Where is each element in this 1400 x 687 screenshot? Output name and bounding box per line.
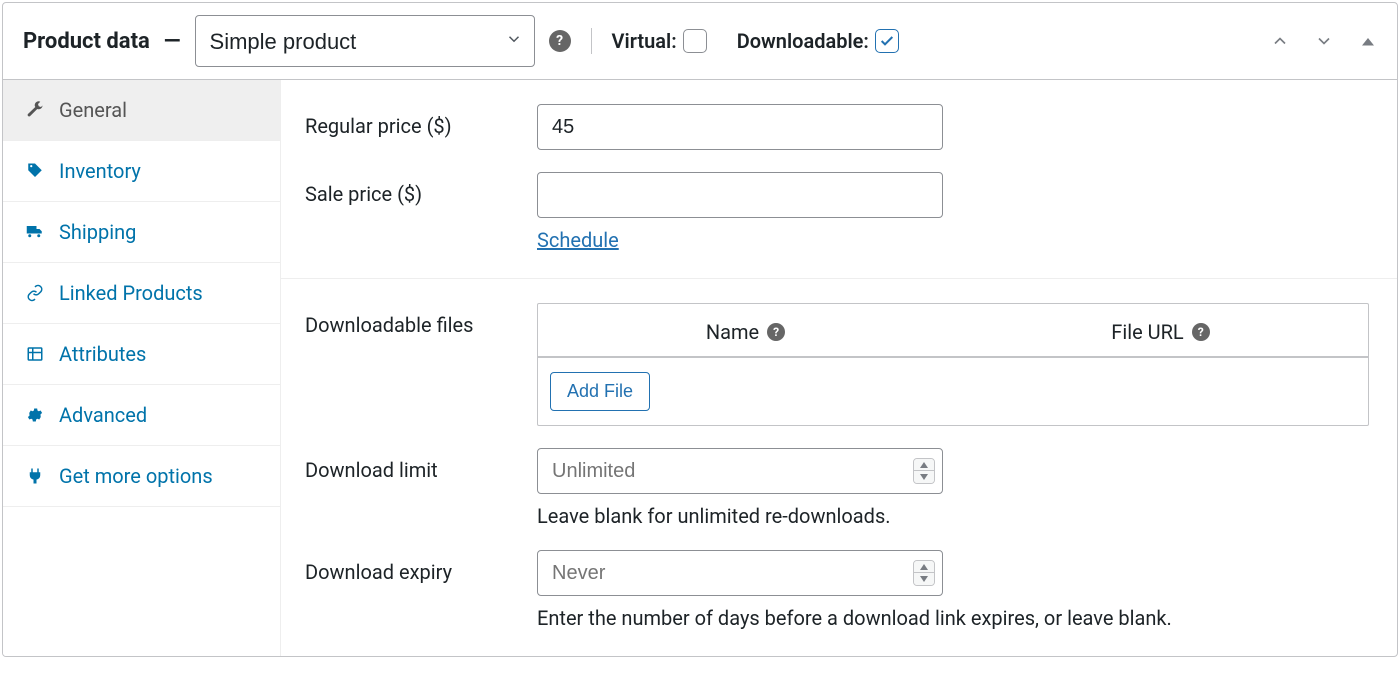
- tab-label: Inventory: [59, 159, 141, 183]
- downloadable-group: Downloadable:: [737, 29, 899, 53]
- regular-price-label: Regular price ($): [305, 104, 537, 138]
- tab-label: Get more options: [59, 464, 213, 488]
- panel-title: Product data: [23, 29, 150, 54]
- plug-icon: [25, 466, 45, 486]
- truck-icon: [25, 222, 45, 242]
- product-type-select[interactable]: Simple product: [195, 15, 535, 67]
- help-icon[interactable]: ?: [767, 323, 785, 341]
- product-data-panel: Product data — Simple product ? Virtual:…: [2, 2, 1398, 657]
- regular-price-input[interactable]: [537, 104, 943, 150]
- download-expiry-row: Download expiry: [305, 550, 1373, 630]
- col-name-label: Name: [706, 320, 759, 344]
- sale-price-row: Sale price ($) Schedule: [305, 172, 1373, 252]
- download-section: Downloadable files Name ? File URL ?: [281, 279, 1397, 656]
- tab-label: Shipping: [59, 220, 136, 244]
- tab-content: Regular price ($) Sale price ($) Schedul…: [281, 80, 1397, 656]
- download-expiry-help: Enter the number of days before a downlo…: [537, 606, 1373, 630]
- link-icon: [25, 283, 45, 303]
- tab-general[interactable]: General: [3, 80, 280, 141]
- sale-price-label: Sale price ($): [305, 172, 537, 206]
- move-up-button[interactable]: [1265, 26, 1295, 56]
- tab-linked-products[interactable]: Linked Products: [3, 263, 280, 324]
- step-down-button[interactable]: [914, 573, 934, 585]
- downloadable-label: Downloadable:: [737, 29, 869, 53]
- pricing-section: Regular price ($) Sale price ($) Schedul…: [281, 80, 1397, 278]
- col-fileurl-label: File URL: [1111, 320, 1183, 344]
- download-limit-input[interactable]: [537, 448, 943, 494]
- panel-header: Product data — Simple product ? Virtual:…: [3, 3, 1397, 80]
- wrench-icon: [25, 100, 45, 120]
- panel-body: General Inventory Shipping Linked Produc…: [3, 80, 1397, 656]
- help-icon[interactable]: ?: [549, 30, 571, 52]
- downloadable-checkbox[interactable]: [875, 29, 899, 53]
- step-up-button[interactable]: [914, 561, 934, 573]
- list-icon: [25, 344, 45, 364]
- tab-label: General: [59, 98, 127, 122]
- number-spinner: [913, 458, 935, 484]
- col-fileurl: File URL ?: [953, 320, 1368, 344]
- tab-label: Advanced: [59, 403, 147, 427]
- separator: [591, 28, 592, 54]
- product-type-select-wrap: Simple product: [195, 15, 535, 67]
- tag-icon: [25, 161, 45, 181]
- downloadable-files-label: Downloadable files: [305, 303, 537, 337]
- tab-label: Attributes: [59, 342, 146, 366]
- move-down-button[interactable]: [1309, 26, 1339, 56]
- step-up-button[interactable]: [914, 459, 934, 471]
- virtual-label: Virtual:: [612, 29, 677, 53]
- downloadable-files-row: Downloadable files Name ? File URL ?: [305, 303, 1373, 426]
- sale-price-input[interactable]: [537, 172, 943, 218]
- virtual-group: Virtual:: [612, 29, 707, 53]
- files-table-header: Name ? File URL ?: [538, 304, 1368, 356]
- files-table: Name ? File URL ? Add File: [537, 303, 1369, 426]
- tab-advanced[interactable]: Advanced: [3, 385, 280, 446]
- files-table-footer: Add File: [538, 358, 1368, 425]
- download-expiry-input[interactable]: [537, 550, 943, 596]
- virtual-checkbox[interactable]: [683, 29, 707, 53]
- download-limit-row: Download limit: [305, 448, 1373, 528]
- title-dash: —: [164, 29, 181, 54]
- download-limit-help: Leave blank for unlimited re-downloads.: [537, 504, 1373, 528]
- help-icon[interactable]: ?: [1192, 323, 1210, 341]
- download-expiry-label: Download expiry: [305, 550, 537, 584]
- number-spinner: [913, 560, 935, 586]
- col-name: Name ?: [538, 320, 953, 344]
- add-file-button[interactable]: Add File: [550, 372, 650, 411]
- tab-get-more-options[interactable]: Get more options: [3, 446, 280, 507]
- tab-inventory[interactable]: Inventory: [3, 141, 280, 202]
- collapse-button[interactable]: [1353, 26, 1383, 56]
- step-down-button[interactable]: [914, 471, 934, 483]
- download-limit-label: Download limit: [305, 448, 537, 482]
- tab-shipping[interactable]: Shipping: [3, 202, 280, 263]
- gear-icon: [25, 405, 45, 425]
- tab-attributes[interactable]: Attributes: [3, 324, 280, 385]
- schedule-link[interactable]: Schedule: [537, 228, 619, 252]
- regular-price-row: Regular price ($): [305, 104, 1373, 150]
- tabs-sidebar: General Inventory Shipping Linked Produc…: [3, 80, 281, 656]
- tab-label: Linked Products: [59, 281, 203, 305]
